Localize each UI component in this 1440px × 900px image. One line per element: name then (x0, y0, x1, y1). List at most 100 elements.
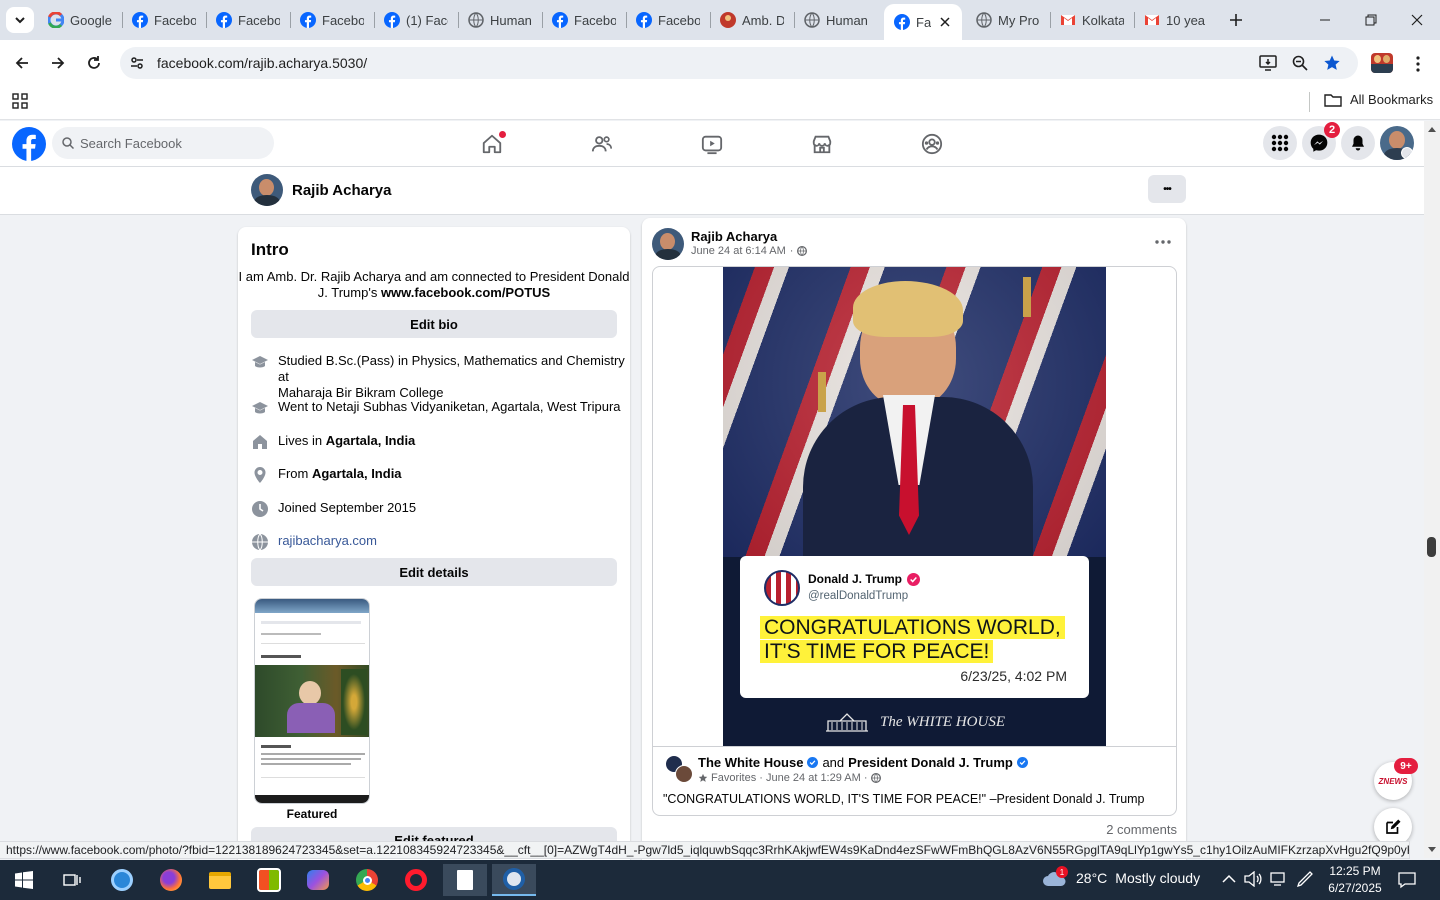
taskbar-store[interactable] (247, 864, 291, 896)
taskbar-copilot[interactable] (296, 864, 340, 896)
browser-tab[interactable]: Human (458, 4, 542, 36)
detail-bold[interactable]: Agartala, India (312, 466, 402, 481)
site-settings-icon[interactable] (129, 55, 145, 71)
account-avatar-button[interactable] (1380, 126, 1414, 160)
bio-link[interactable]: www.facebook.com/POTUS (381, 285, 550, 300)
close-tab-icon[interactable] (938, 15, 952, 29)
post-time[interactable]: June 24 at 6:14 AM (691, 245, 786, 257)
home-nav-button[interactable] (472, 129, 512, 159)
taskbar-active-app[interactable] (492, 864, 536, 896)
new-tab-button[interactable] (1224, 8, 1248, 32)
url-text[interactable]: facebook.com/rajib.acharya.5030/ (157, 55, 367, 71)
friends-nav-button[interactable] (582, 129, 622, 159)
detail-bold[interactable]: Agartala, India (326, 433, 416, 448)
groups-nav-button[interactable] (912, 129, 952, 159)
video-nav-button[interactable] (692, 129, 732, 159)
menu-grid-button[interactable] (1263, 126, 1297, 160)
edit-details-button[interactable]: Edit details (251, 558, 617, 586)
location-pin-icon (254, 467, 266, 483)
comments-count[interactable]: 2 comments (1106, 822, 1177, 837)
all-bookmarks-button[interactable]: All Bookmarks (1324, 92, 1433, 107)
start-button[interactable] (2, 864, 46, 896)
tab-active[interactable]: Fa (884, 4, 962, 40)
browser-tab[interactable]: (1) Face (374, 4, 458, 36)
scrollbar-thumb[interactable] (1427, 537, 1436, 557)
edit-bio-button[interactable]: Edit bio (251, 310, 617, 338)
minimize-button[interactable] (1302, 0, 1348, 40)
network-icon[interactable] (1270, 871, 1288, 887)
scroll-down-arrow-icon[interactable] (1427, 846, 1437, 854)
scroll-up-arrow-icon[interactable] (1427, 125, 1437, 133)
bookmarks-bar: All Bookmarks (0, 86, 1440, 120)
zoom-icon[interactable] (1292, 55, 1308, 71)
weather-widget[interactable]: 28°C Mostly cloudy 1 (1042, 866, 1200, 888)
shared-author-avatars[interactable] (665, 755, 695, 783)
install-app-icon[interactable] (1259, 55, 1277, 71)
clock[interactable]: 12:25 PM 6/27/2025 (1322, 863, 1388, 897)
browser-tab[interactable]: Google (38, 4, 122, 36)
browser-tab[interactable]: Facebo (290, 4, 374, 36)
browser-tab[interactable]: Facebo (122, 4, 206, 36)
browser-tab[interactable]: My Pro (966, 4, 1050, 36)
notifications-button[interactable] (1341, 126, 1375, 160)
taskbar-file-explorer[interactable] (198, 864, 242, 896)
browser-tab[interactable]: Facebo (206, 4, 290, 36)
opera-icon (405, 869, 427, 891)
profile-more-button[interactable]: ••• (1148, 175, 1186, 203)
browser-toolbar: facebook.com/rajib.acharya.5030/ (0, 40, 1440, 86)
forward-button[interactable] (42, 47, 74, 79)
browser-tab[interactable]: Facebo (626, 4, 710, 36)
speaker-icon[interactable] (1244, 871, 1262, 887)
news-widget-button[interactable]: ZNEWS 9+ (1374, 758, 1418, 800)
featured-thumbnail[interactable] (254, 598, 370, 804)
close-window-button[interactable] (1394, 0, 1440, 40)
document-icon (457, 870, 473, 890)
profile-avatar[interactable] (251, 174, 283, 206)
detail-joined: Joined September 2015 (252, 500, 416, 517)
chrome-menu-button[interactable] (1408, 54, 1428, 74)
post-author-avatar[interactable] (652, 228, 684, 260)
website-link[interactable]: rajibacharya.com (278, 533, 377, 550)
browser-tab[interactable]: Facebo (542, 4, 626, 36)
facebook-logo-icon[interactable] (12, 127, 46, 161)
apps-grid-icon[interactable] (12, 93, 28, 109)
browser-tab[interactable]: Kolkata (1050, 4, 1134, 36)
pen-icon[interactable] (1296, 870, 1314, 888)
shared-page-1[interactable]: The White House (698, 755, 803, 770)
marketplace-nav-button[interactable] (802, 129, 842, 159)
notification-center-icon[interactable] (1398, 871, 1416, 889)
shared-meta-text: Favorites · June 24 at 1:29 AM · (711, 772, 868, 784)
shared-page-2[interactable]: President Donald J. Trump (848, 755, 1013, 770)
page-scrollbar[interactable] (1424, 121, 1440, 858)
shared-post-image[interactable]: Donald J. Trump @realDonaldTrump CONGRAT… (723, 267, 1106, 746)
back-button[interactable] (6, 47, 38, 79)
tweet-text-box: CONGRATULATIONS WORLD, IT'S TIME FOR PEA… (760, 616, 1065, 664)
tab-title: Facebo (238, 12, 280, 28)
post-options-button[interactable] (1152, 234, 1174, 250)
restore-button[interactable] (1348, 0, 1394, 40)
chevron-up-icon[interactable] (1222, 874, 1236, 884)
tab-search-button[interactable] (6, 7, 34, 33)
task-view-button[interactable] (50, 864, 94, 896)
tweet-date: 6/23/25, 4:02 PM (960, 668, 1067, 684)
taskbar-chrome[interactable] (345, 864, 389, 896)
address-bar[interactable]: facebook.com/rajib.acharya.5030/ (120, 47, 1358, 79)
detail-text: Studied B.Sc.(Pass) in Physics, Mathemat… (278, 353, 625, 384)
clock-icon (252, 501, 268, 517)
bookmark-star-icon[interactable] (1323, 54, 1341, 72)
chevron-down-icon (1401, 147, 1413, 159)
taskbar-notepad[interactable] (443, 864, 487, 896)
taskbar-app-1[interactable] (100, 864, 144, 896)
browser-tab[interactable]: Amb. D (710, 4, 794, 36)
profile-avatar[interactable] (1371, 53, 1393, 73)
post-author-name[interactable]: Rajib Acharya (691, 229, 777, 244)
facebook-search-input[interactable]: Search Facebook (52, 127, 274, 159)
taskbar-firefox[interactable] (149, 864, 193, 896)
shared-post[interactable]: Donald J. Trump @realDonaldTrump CONGRAT… (652, 266, 1177, 816)
taskbar-opera[interactable] (394, 864, 438, 896)
messenger-button[interactable]: 2 (1302, 122, 1340, 160)
profile-name[interactable]: Rajib Acharya (292, 182, 392, 199)
browser-tab[interactable]: 10 yea (1134, 4, 1218, 36)
browser-tab[interactable]: Human (794, 4, 878, 36)
reload-button[interactable] (78, 47, 110, 79)
